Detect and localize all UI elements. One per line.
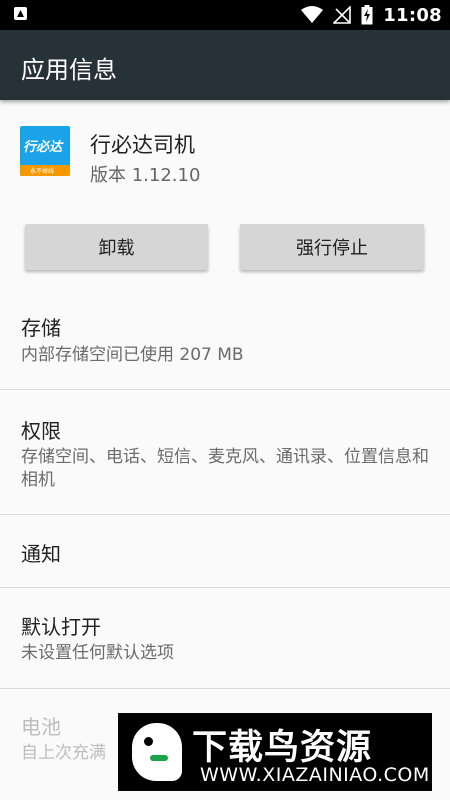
uninstall-button[interactable]: 卸载 <box>25 224 208 270</box>
app-icon: 行必达 永不掉线 <box>20 126 70 176</box>
toolbar: 应用信息 <box>0 30 450 100</box>
a-icon <box>14 7 27 20</box>
watermark-url: WWW.XIAZAINIAO.COM <box>200 764 430 786</box>
open-by-default-subtitle: 未设置任何默认选项 <box>21 643 174 663</box>
battery-charging-icon <box>361 5 373 25</box>
no-signal-icon <box>333 6 352 24</box>
watermark-title: 下载鸟资源 <box>192 728 373 768</box>
bird-logo-icon <box>132 723 182 781</box>
storage-item[interactable]: 存储 内部存储空间已使用 207 MB <box>0 300 450 390</box>
permissions-item[interactable]: 权限 存储空间、电话、短信、麦克风、通讯录、位置信息和相机 <box>0 390 450 514</box>
notifications-item[interactable]: 通知 <box>0 515 450 587</box>
app-header: 行必达 永不掉线 行必达司机 版本 1.12.10 <box>0 100 450 195</box>
notifications-title: 通知 <box>21 542 61 566</box>
app-name: 行必达司机 <box>90 133 195 157</box>
permissions-title: 权限 <box>21 419 61 443</box>
app-version: 版本 1.12.10 <box>90 165 201 186</box>
open-by-default-title: 默认打开 <box>21 615 101 639</box>
battery-title: 电池 <box>21 715 61 739</box>
watermark-banner: 下载鸟资源 WWW.XIAZAINIAO.COM <box>118 713 432 791</box>
page-title: 应用信息 <box>21 56 117 84</box>
wifi-icon <box>301 6 324 23</box>
force-stop-button[interactable]: 强行停止 <box>240 224 424 270</box>
storage-subtitle: 内部存储空间已使用 207 MB <box>21 345 244 365</box>
clock: 11:08 <box>383 4 442 26</box>
storage-title: 存储 <box>21 316 61 340</box>
status-bar: 11:08 <box>0 0 450 30</box>
permissions-subtitle: 存储空间、电话、短信、麦克风、通讯录、位置信息和相机 <box>21 447 429 490</box>
open-by-default-item[interactable]: 默认打开 未设置任何默认选项 <box>0 588 450 688</box>
status-icons: 11:08 <box>301 0 442 30</box>
